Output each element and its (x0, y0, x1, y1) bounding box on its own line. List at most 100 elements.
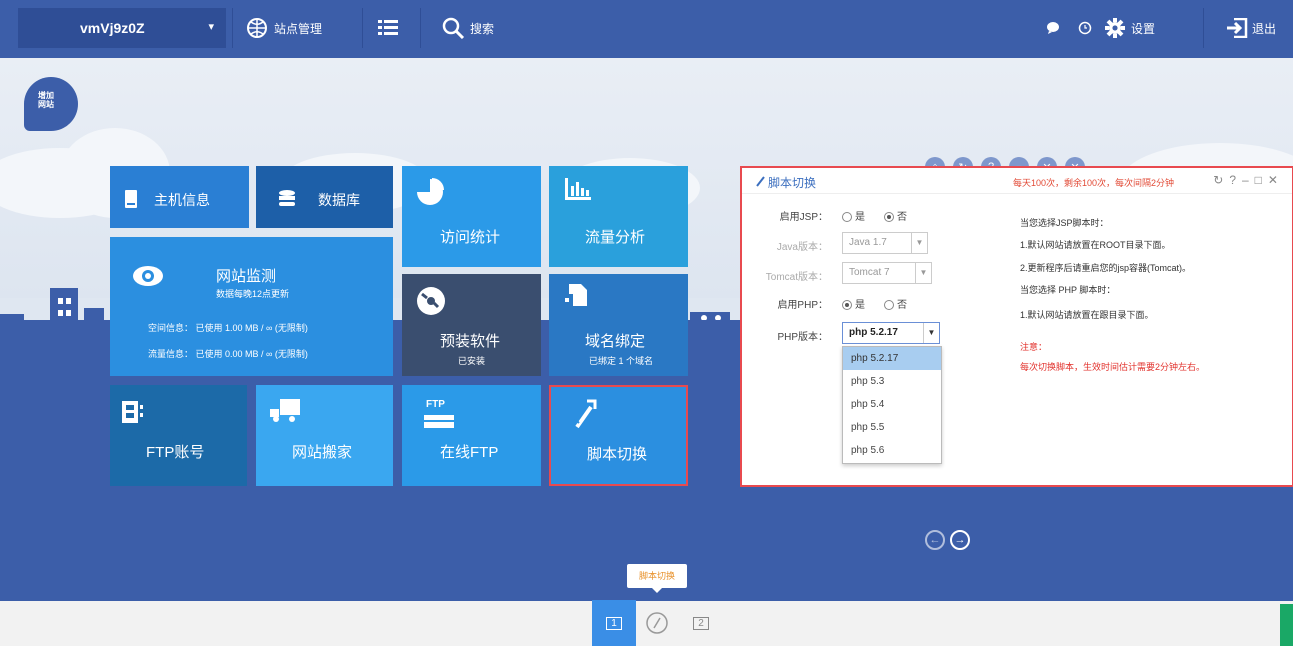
search-button[interactable]: 搜索 (442, 8, 494, 48)
panel-window-buttons[interactable]: ↻?–□✕ (1213, 173, 1284, 187)
tomcat-version-label: Tomcat版本： (765, 272, 828, 283)
tile-database[interactable]: 数据库 (256, 166, 393, 228)
search-icon (442, 17, 465, 39)
php-option[interactable]: php 5.4 (843, 393, 941, 416)
tile-database-label: 数据库 (318, 192, 360, 208)
divider (420, 8, 421, 48)
chevron-down-icon: ▼ (911, 233, 927, 253)
desktop-2-button[interactable]: 2 (686, 600, 716, 646)
clock-icon (1078, 21, 1092, 35)
php-option[interactable]: php 5.3 (843, 370, 941, 393)
jsp-yes-radio[interactable]: 是 (842, 208, 865, 223)
add-site-label-1: 增加 (38, 91, 54, 100)
tile-domain[interactable]: 域名绑定 已绑定 1 个域名 (549, 274, 688, 376)
truck-icon (270, 399, 300, 422)
next-page-icon[interactable]: → (950, 530, 970, 550)
help-line: 2.更新程序后请重启您的jsp容器(Tomcat)。 (1020, 263, 1192, 273)
jsp-yes-label: 是 (855, 212, 865, 223)
java-version-label: Java版本： (776, 242, 828, 253)
panel-header: 脚本切换 每天100次，剩余100次，每次间隔2分钟 ↻?–□✕ (742, 168, 1292, 194)
prev-page-icon[interactable]: ← (925, 530, 945, 550)
php-option[interactable]: php 5.2.17 (843, 347, 941, 370)
disc-icon (417, 287, 445, 315)
php-no-label: 否 (897, 300, 907, 311)
tile-site-migrate[interactable]: 网站搬家 (256, 385, 393, 486)
tooltip: 脚本切换 (627, 564, 687, 593)
site-manage-button[interactable]: 站点管理 (246, 8, 322, 48)
tile-script-switch[interactable]: 脚本切换 (549, 385, 688, 486)
menu-list-button[interactable] (378, 8, 398, 48)
php-option[interactable]: php 5.5 (843, 416, 941, 439)
logout-label: 退出 (1252, 21, 1277, 36)
site-selector[interactable]: vmVj9z0Z ▾ (18, 8, 226, 48)
jsp-enable-label: 启用JSP： (779, 212, 828, 223)
database-icon (279, 190, 295, 206)
chat-bubble-icon (1047, 22, 1059, 34)
tomcat-version-select[interactable]: Tomcat 7 ▼ (842, 262, 932, 284)
clock-button[interactable] (1078, 8, 1092, 48)
php-yes-label: 是 (855, 300, 865, 311)
side-close-tab[interactable] (1280, 604, 1293, 646)
tile-ftp-account[interactable]: FTP账号 (110, 385, 247, 486)
logout-icon (1227, 18, 1248, 38)
desktop-1-label: 1 (606, 616, 622, 630)
search-label: 搜索 (470, 21, 495, 36)
eye-icon (133, 266, 163, 286)
tile-traffic[interactable]: 流量分析 (549, 166, 688, 267)
php-option[interactable]: php 5.6 (843, 439, 941, 462)
help-line: 当您选择 PHP 脚本时： (1020, 285, 1116, 295)
tile-online-ftp[interactable]: FTP 在线FTP (402, 385, 541, 486)
desktop-1-button[interactable]: 1 (592, 600, 636, 646)
logout-button[interactable]: 退出 (1226, 8, 1276, 48)
tile-host-info[interactable]: 主机信息 (110, 166, 249, 228)
message-button[interactable] (1046, 8, 1060, 48)
globe-grid-icon (247, 18, 267, 38)
help-line: 1.默认网站请放置在ROOT目录下面。 (1020, 240, 1171, 250)
tile-site-monitor[interactable]: 网站监测 数据每晚12点更新 空间信息： 已使用 1.00 MB / ∞ (无限… (110, 237, 393, 376)
jsp-no-label: 否 (897, 212, 907, 223)
php-enable-label: 启用PHP： (777, 300, 828, 311)
radio-checked-icon (884, 212, 894, 223)
radio-checked-icon (842, 300, 852, 311)
tomcat-version-value: Tomcat 7 (849, 267, 890, 278)
divider (1203, 8, 1204, 48)
script-switch-dock-button[interactable] (644, 600, 670, 646)
settings-button[interactable]: 设置 (1104, 8, 1155, 48)
panel-title: 脚本切换 (768, 176, 817, 190)
hard-drive-icon (424, 415, 454, 428)
wand-circle-icon (646, 612, 668, 634)
java-version-select[interactable]: Java 1.7 ▼ (842, 232, 928, 254)
tile-host-info-label: 主机信息 (154, 192, 210, 208)
php-yes-radio[interactable]: 是 (842, 296, 865, 311)
wand-icon (756, 176, 765, 187)
tile-domain-title: 域名绑定 (585, 333, 646, 350)
php-no-radio[interactable]: 否 (884, 296, 907, 311)
php-version-value: php 5.2.17 (849, 327, 898, 338)
script-switch-panel: 脚本切换 每天100次，剩余100次，每次间隔2分钟 ↻?–□✕ 启用JSP： … (740, 166, 1293, 487)
top-bar: vmVj9z0Z ▾ 站点管理 搜索 设置 退出 (0, 0, 1293, 58)
site-name: vmVj9z0Z (80, 20, 145, 36)
site-manage-label: 站点管理 (274, 21, 323, 36)
domain-add-icon (565, 284, 587, 306)
php-version-select[interactable]: php 5.2.17 ▼ (842, 322, 940, 344)
tile-preinstall[interactable]: 预装软件 已安装 (402, 274, 541, 376)
tile-site-monitor-subtitle: 数据每晚12点更新 (216, 289, 290, 299)
settings-label: 设置 (1131, 21, 1156, 36)
tile-visit-stats[interactable]: 访问统计 (402, 166, 541, 267)
add-site-label-2: 网站 (38, 100, 54, 109)
chevron-down-icon: ▼ (923, 323, 939, 343)
tile-preinstall-sub: 已安装 (458, 356, 486, 366)
chevron-down-icon: ▾ (208, 21, 214, 33)
pie-chart-icon (417, 178, 444, 205)
desktop-2-label: 2 (693, 616, 709, 630)
chevron-down-icon: ▼ (915, 263, 931, 283)
divider (232, 8, 233, 48)
bar-chart-icon (565, 178, 591, 200)
note-text: 每次切换脚本，生效时间估计需要2分钟左右。 (1020, 362, 1206, 372)
server-icon (125, 190, 137, 208)
jsp-no-radio[interactable]: 否 (884, 208, 907, 223)
add-site-button[interactable]: 增加 网站 (24, 77, 78, 131)
tile-ftp-account-label: FTP账号 (146, 444, 205, 461)
tile-site-monitor-title: 网站监测 (216, 268, 277, 285)
radio-icon (884, 300, 894, 311)
